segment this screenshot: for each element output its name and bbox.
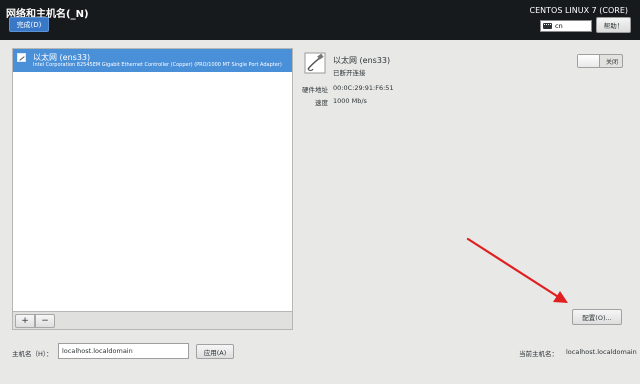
- product-name: CENTOS LINUX 7 (CORE): [529, 6, 628, 15]
- hostname-input[interactable]: [58, 343, 189, 359]
- device-list-toolbar: + −: [12, 312, 293, 330]
- switch-knob: [578, 55, 600, 67]
- done-button[interactable]: 完成(D): [9, 17, 49, 32]
- add-device-button[interactable]: +: [15, 314, 35, 328]
- apply-button[interactable]: 应用(A): [196, 344, 234, 359]
- hardware-address-label: 硬件地址: [302, 86, 328, 94]
- device-list-item-description: Intel Corporation 82545EM Gigabit Ethern…: [33, 62, 282, 68]
- speed-label: 速度: [315, 99, 328, 107]
- top-header-bar: 网络和主机名(_N) 完成(D) CENTOS LINUX 7 (CORE) c…: [0, 0, 640, 40]
- current-hostname-value: localhost.localdomain: [566, 348, 637, 356]
- device-status: 已断开连接: [333, 69, 366, 77]
- keyboard-layout-label: cn: [555, 22, 563, 30]
- help-button[interactable]: 帮助！: [596, 17, 631, 33]
- hardware-address-value: 00:0C:29:91:F6:51: [333, 84, 394, 92]
- remove-device-button[interactable]: −: [35, 314, 55, 328]
- current-hostname-label: 当前主机名：: [519, 350, 558, 358]
- device-toggle-switch[interactable]: 关闭: [577, 54, 623, 68]
- keyboard-layout-indicator[interactable]: cn: [540, 20, 592, 32]
- device-list-item[interactable]: 以太网 (ens33) Intel Corporation 82545EM Gi…: [13, 49, 292, 72]
- ethernet-cable-icon: [304, 52, 326, 74]
- configure-button[interactable]: 配置(O)...: [572, 309, 622, 325]
- device-list: 以太网 (ens33) Intel Corporation 82545EM Gi…: [12, 48, 293, 312]
- keyboard-icon: [543, 23, 552, 29]
- device-name: 以太网 (ens33): [333, 56, 391, 65]
- switch-state-label: 关闭: [605, 59, 618, 66]
- speed-value: 1000 Mb/s: [333, 97, 367, 105]
- hostname-label: 主机名（H）：: [12, 350, 53, 358]
- network-device-icon: [17, 53, 26, 62]
